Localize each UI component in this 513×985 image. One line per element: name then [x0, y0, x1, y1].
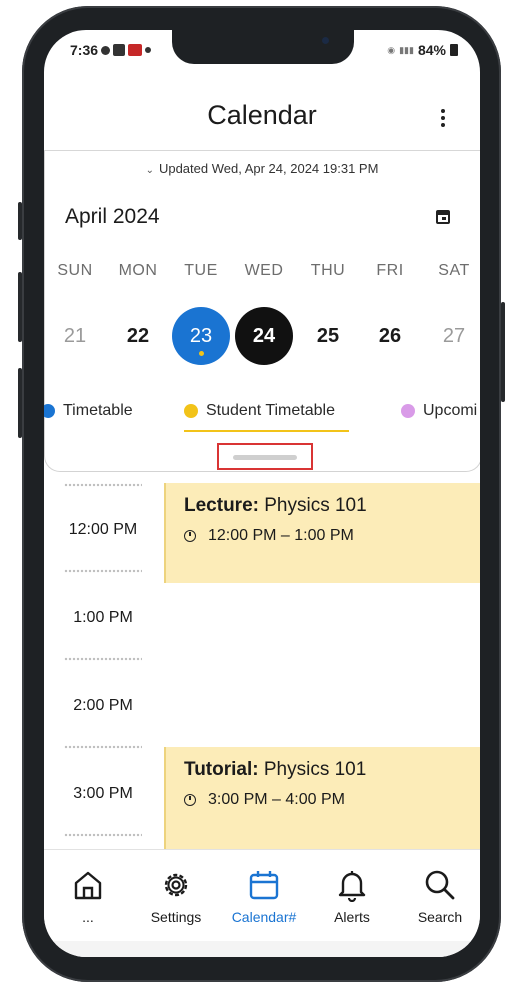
tab-upcoming[interactable]: Upcomi: [401, 402, 477, 420]
app-screen: 7:36 ◉ ▮▮▮ 84% Calendar ⌄ Updated Wed, Ap…: [44, 30, 480, 957]
day-number: 25: [316, 325, 340, 347]
day-number: 27: [442, 325, 466, 347]
day-number: 23: [189, 325, 213, 347]
account-status-icon: [101, 45, 111, 55]
day-number: 22: [126, 325, 150, 347]
tab-label: Student Timetable: [206, 402, 335, 419]
power-button: [501, 302, 505, 402]
bell-icon: [338, 871, 366, 902]
weekday-wed: WED: [244, 262, 284, 279]
time-label: 3:00 PM: [73, 785, 133, 802]
weekday-tue: TUE: [184, 262, 218, 279]
nav-calendar[interactable]: Calendar#: [220, 850, 308, 942]
page-title: Calendar: [207, 100, 317, 130]
weekday-sat: SAT: [438, 262, 470, 279]
updated-text: Updated Wed, Apr 24, 2024 19:31 PM: [158, 161, 379, 176]
status-time: 7:36: [70, 42, 99, 58]
drag-handle[interactable]: [233, 455, 297, 460]
weekday-thu: THU: [310, 262, 346, 279]
day-22[interactable]: 22: [109, 307, 167, 365]
clock-icon: [184, 530, 196, 542]
tab-timetable[interactable]: Timetable: [44, 402, 133, 420]
timeline[interactable]: 12:00 PM 1:00 PM 2:00 PM 3:00 PM Lecture…: [44, 471, 480, 851]
nav-label: Settings: [150, 909, 202, 925]
tab-color-dot: [401, 404, 415, 418]
app-notification-icon: [128, 44, 143, 56]
battery-percent: 84%: [417, 42, 446, 58]
hour-divider: [64, 657, 142, 661]
hour-divider: [64, 483, 142, 487]
day-27[interactable]: 27: [425, 307, 480, 365]
wifi-icon: ◉: [387, 44, 396, 55]
status-bar-right: ◉ ▮▮▮ 84%: [387, 42, 458, 58]
tab-color-dot: [44, 404, 55, 418]
day-21[interactable]: 21: [46, 307, 104, 365]
nav-label: ...: [82, 909, 94, 925]
search-icon: [425, 870, 455, 900]
signal-icon: ▮▮▮: [399, 44, 414, 55]
chevron-down-icon: ⌄: [145, 165, 154, 176]
gallery-status-icon: [113, 44, 126, 56]
calendar-icon: [249, 871, 279, 900]
day-23-today[interactable]: 23: [172, 307, 230, 365]
silent-switch: [18, 202, 22, 240]
camera-notch: [172, 30, 354, 64]
day-25[interactable]: 25: [299, 307, 357, 365]
weekday-sun: SUN: [57, 262, 93, 279]
nav-label: Search: [417, 909, 463, 925]
status-bar-left: 7:36: [70, 42, 152, 58]
event-card-lecture[interactable]: Lecture: Physics 101 12:00 PM – 1:00 PM: [164, 483, 480, 583]
more-notifications-icon: [145, 47, 152, 53]
system-home-bar: [44, 941, 480, 957]
time-label: 2:00 PM: [73, 697, 133, 714]
bottom-navigation: ... Settings Calendar# Alerts Search: [44, 849, 480, 942]
nav-search[interactable]: Search: [396, 850, 480, 942]
updated-status[interactable]: ⌄ Updated Wed, Apr 24, 2024 19:31 PM: [44, 161, 480, 176]
hour-divider: [64, 745, 142, 749]
clock-icon: [184, 794, 196, 806]
volume-down-button: [18, 368, 22, 438]
weekday-fri: FRI: [376, 262, 404, 279]
event-card-tutorial[interactable]: Tutorial: Physics 101 3:00 PM – 4:00 PM: [164, 747, 480, 851]
time-label: 1:00 PM: [73, 609, 133, 626]
day-number: 24: [252, 325, 276, 347]
tab-student-timetable[interactable]: Student Timetable: [184, 402, 335, 420]
month-label[interactable]: April 2024: [65, 205, 160, 229]
hour-divider: [64, 833, 142, 837]
event-title: Lecture: Physics 101: [184, 495, 367, 516]
event-time: 12:00 PM – 1:00 PM: [184, 527, 466, 545]
time-label: 12:00 PM: [68, 521, 138, 538]
nav-label: Calendar#: [231, 909, 297, 925]
more-options-icon[interactable]: [436, 106, 450, 128]
calendar-picker-icon[interactable]: [436, 210, 450, 224]
event-indicator-dot: [198, 351, 204, 356]
front-camera-icon: [322, 37, 329, 44]
nav-alerts[interactable]: Alerts: [308, 850, 396, 942]
event-title: Tutorial: Physics 101: [184, 759, 367, 780]
tab-color-dot: [184, 404, 198, 418]
weekday-mon: MON: [118, 262, 158, 279]
nav-home[interactable]: ...: [44, 850, 132, 942]
day-24-selected[interactable]: 24: [235, 307, 293, 365]
battery-icon: [450, 44, 458, 56]
tab-label: Upcomi: [423, 402, 478, 419]
day-number: 26: [378, 325, 402, 347]
volume-up-button: [18, 272, 22, 342]
gear-icon: [164, 873, 188, 897]
day-number: 21: [63, 325, 87, 347]
nav-settings[interactable]: Settings: [132, 850, 220, 942]
active-tab-underline: [184, 430, 349, 432]
tab-label: Timetable: [63, 402, 133, 419]
home-icon: [74, 871, 102, 900]
event-time: 3:00 PM – 4:00 PM: [184, 791, 466, 809]
day-26[interactable]: 26: [361, 307, 419, 365]
hour-divider: [64, 569, 142, 573]
nav-label: Alerts: [334, 909, 370, 925]
